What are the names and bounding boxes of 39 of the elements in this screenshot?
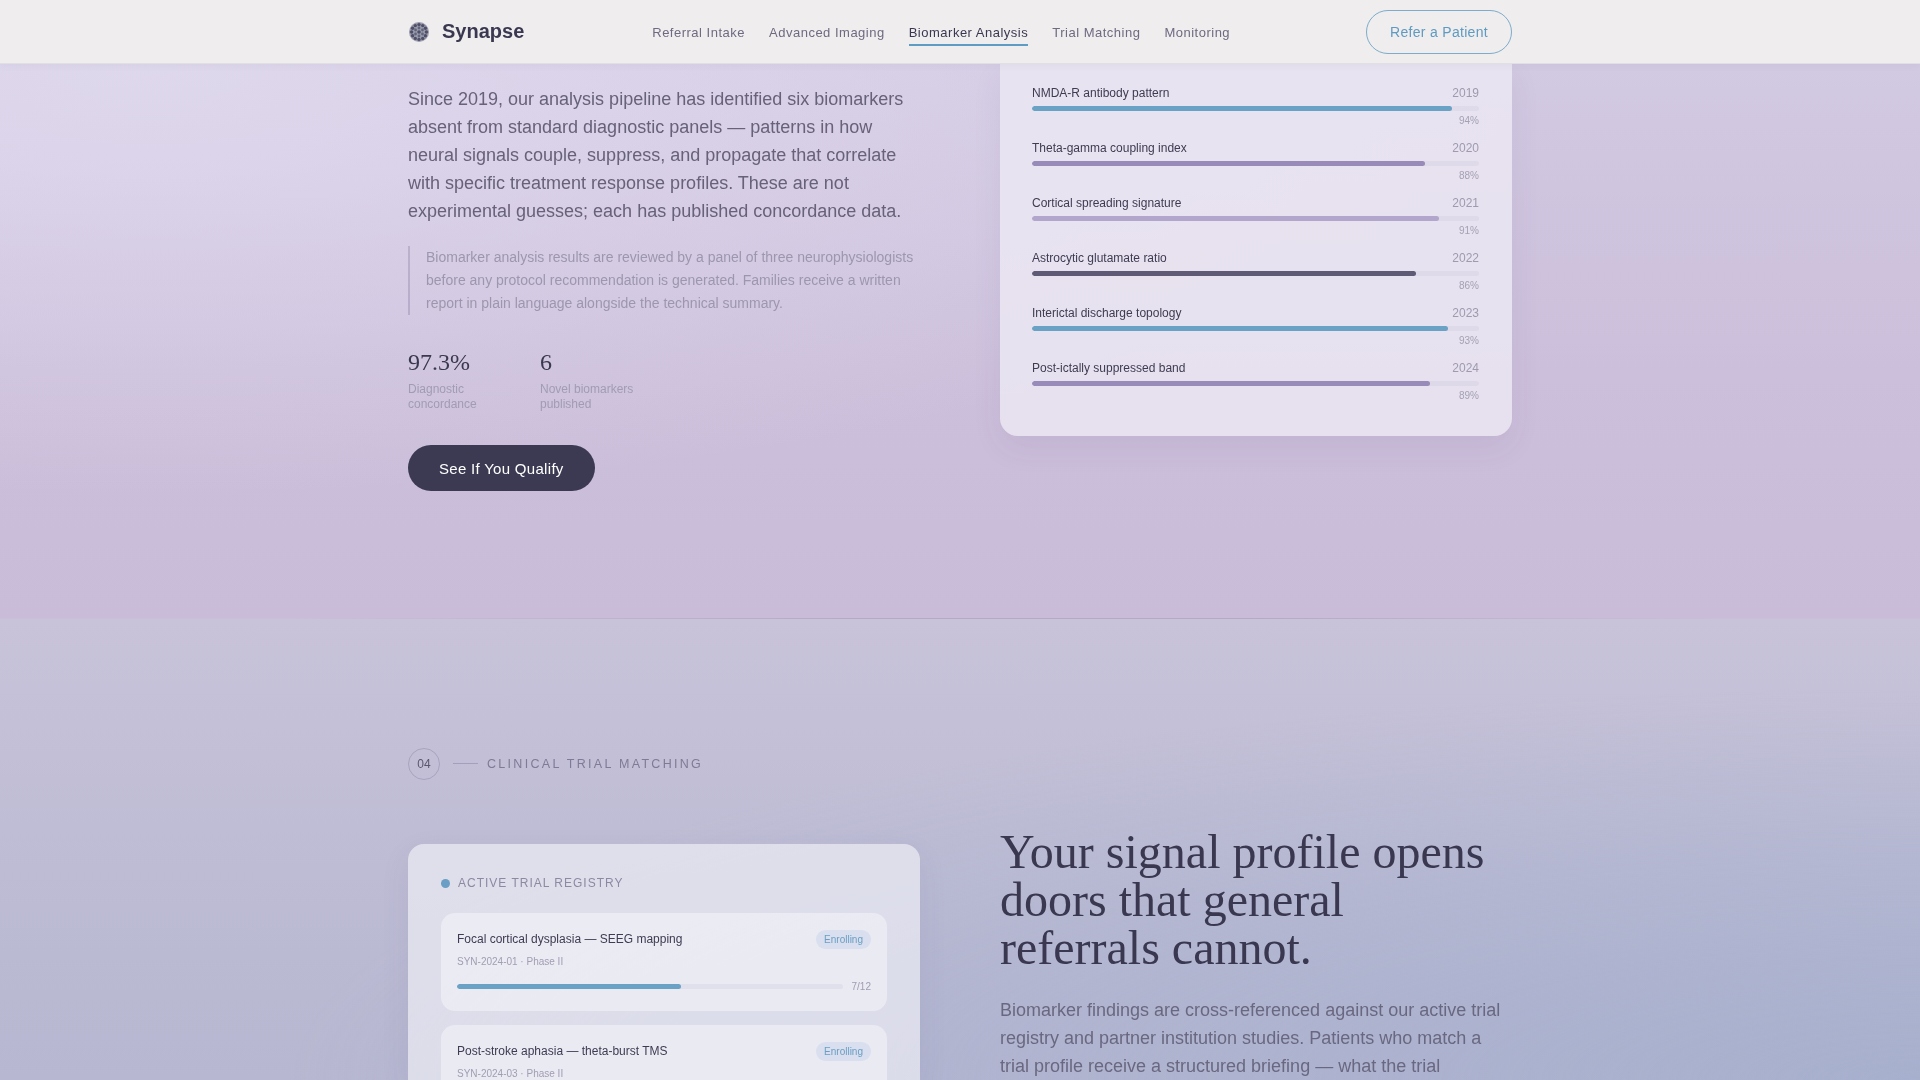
brand-name: Synapse: [442, 20, 525, 43]
status-dot-icon: [441, 878, 450, 888]
nav-link[interactable]: Advanced Imaging: [769, 19, 885, 46]
biomarker-year: 2020: [1452, 141, 1479, 156]
stat-value: 6: [540, 348, 552, 377]
biomarker-percent: 86%: [1459, 280, 1479, 292]
qualify-button[interactable]: See If You Qualify: [408, 445, 595, 491]
stat-value: 97.3%: [408, 348, 470, 377]
intro-paragraph: Since 2019, our analysis pipeline has identified six biomarkers absent from standard diagnostic panels — patterns in how neural signals couple, suppress, and propagate that correlate with specific treatment response profiles. These are not experimental guesses; each has published concordance data.: [408, 88, 905, 223]
biomarker-year: 2024: [1452, 361, 1479, 376]
biomarker-percent: 88%: [1459, 170, 1479, 182]
section-eyebrow: CLINICAL TRIAL MATCHING: [487, 756, 704, 771]
biomarker-percent: 94%: [1459, 115, 1479, 127]
biomarker-name: NMDA-R antibody pattern: [1032, 86, 1170, 101]
biomarker-percent: 91%: [1459, 225, 1479, 237]
biomarker-year: 2021: [1452, 196, 1479, 211]
enrollment-count: 7/12: [851, 980, 871, 993]
trial-title: Post-stroke aphasia — theta-burst TMS: [457, 1043, 668, 1059]
biomarker-name: Cortical spreading signature: [1032, 196, 1182, 211]
section-heading: Your signal profile opens doors that general referrals cannot.: [1000, 827, 1486, 972]
trial-title: Focal cortical dysplasia — SEEG mapping: [457, 931, 683, 947]
biomarker-year: 2023: [1452, 306, 1479, 321]
section-body: Biomarker findings are cross-referenced against our active trial registry and partner institution studies. Patients who match a trial profile receive a structured briefing — what the trial: [1000, 998, 1502, 1078]
status-badge: Enrolling: [816, 1041, 871, 1061]
biomarker-year: 2022: [1452, 251, 1479, 266]
nav-link[interactable]: Referral Intake: [652, 19, 745, 46]
biomarker-percent: 93%: [1459, 335, 1479, 347]
biomarker-name: Post-ictally suppressed band: [1032, 361, 1186, 376]
biomarker-year: 2019: [1452, 86, 1479, 101]
nav-link[interactable]: Trial Matching: [1052, 19, 1141, 46]
status-badge: Enrolling: [816, 929, 871, 949]
biomarker-percent: 89%: [1459, 390, 1479, 402]
biomarker-name: Theta-gamma coupling index: [1032, 141, 1187, 156]
logo-icon: [408, 20, 430, 43]
biomarker-name: Interictal discharge topology: [1032, 306, 1182, 321]
registry-title: ACTIVE TRIAL REGISTRY: [458, 875, 624, 891]
nav-link[interactable]: Biomarker Analysis: [908, 19, 1029, 46]
biomarker-name: Astrocytic glutamate ratio: [1032, 251, 1167, 266]
nav-link[interactable]: Monitoring: [1164, 19, 1231, 46]
